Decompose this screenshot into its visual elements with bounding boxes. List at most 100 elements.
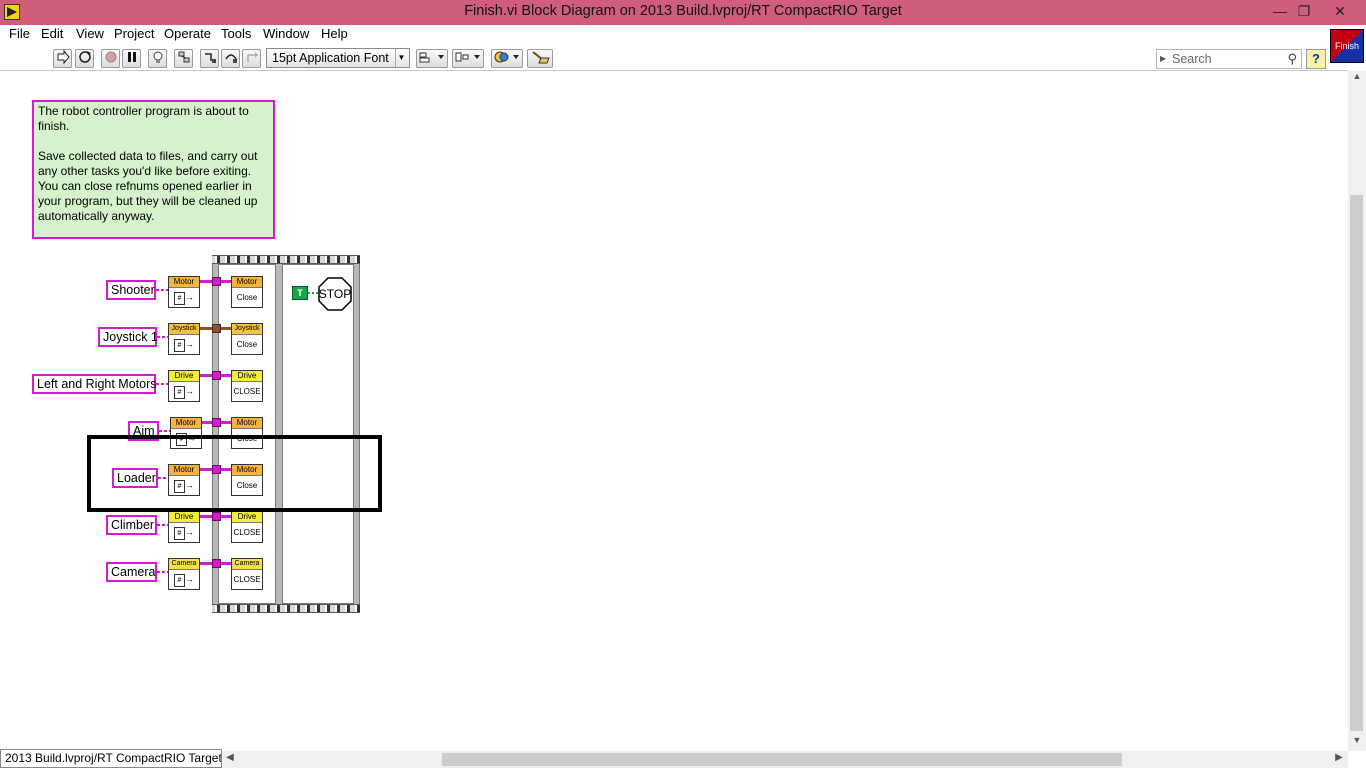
refnum-doc-icon: # → bbox=[169, 288, 199, 307]
retain-wire-values-button[interactable] bbox=[174, 49, 193, 68]
window-title: Finish.vi Block Diagram on 2013 Build.lv… bbox=[464, 3, 902, 19]
step-out-button[interactable] bbox=[242, 49, 261, 68]
vertical-scroll-thumb[interactable] bbox=[1350, 195, 1363, 731]
stop-label: STOP bbox=[319, 287, 351, 301]
horizontal-scrollbar[interactable]: ◀ ▶ bbox=[222, 751, 1348, 768]
camera-refnum-node[interactable]: Camera # → bbox=[168, 558, 200, 590]
menu-help[interactable]: Help bbox=[321, 25, 348, 45]
close-label: CLOSE bbox=[233, 387, 261, 396]
comment-free-label[interactable]: The robot controller program is about to… bbox=[32, 100, 275, 239]
stop-function[interactable]: STOP bbox=[318, 277, 352, 311]
menu-project[interactable]: Project bbox=[114, 25, 154, 45]
sequence-tunnel bbox=[212, 418, 221, 427]
node-type-label: Drive bbox=[169, 512, 199, 523]
sequence-top-border bbox=[212, 255, 360, 264]
context-help-button[interactable]: ? bbox=[1306, 49, 1326, 69]
drive-close-node[interactable]: Drive CLOSE bbox=[231, 370, 263, 402]
node-type-label: Joystick bbox=[232, 324, 262, 335]
camera-close-node[interactable]: Camera CLOSE bbox=[231, 558, 263, 590]
node-type-label: Camera bbox=[169, 559, 199, 570]
retain-wire-values-icon bbox=[178, 51, 189, 63]
chevron-down-icon: ▼ bbox=[395, 49, 407, 67]
menu-file[interactable]: File bbox=[9, 25, 30, 45]
sequence-bottom-border bbox=[212, 604, 360, 613]
menu-bar: File Edit View Project Operate Tools Win… bbox=[0, 25, 1366, 45]
left-and-right-motors-control[interactable]: Left and Right Motors bbox=[32, 374, 157, 394]
toolbar: 15pt Application Font ▼ ▶ ⚲ ? bbox=[0, 45, 1330, 71]
true-constant[interactable]: T bbox=[292, 286, 308, 300]
search-input[interactable] bbox=[1170, 51, 1280, 67]
step-into-button[interactable] bbox=[200, 49, 219, 68]
step-into-icon bbox=[204, 53, 216, 63]
scroll-left-arrow-icon[interactable]: ◀ bbox=[223, 752, 237, 766]
sequence-tunnel bbox=[212, 324, 221, 333]
climber-control[interactable]: Climber bbox=[106, 515, 157, 535]
wire bbox=[156, 383, 168, 385]
highlight-execution-button[interactable] bbox=[148, 49, 167, 68]
climber-close-node[interactable]: Drive CLOSE bbox=[231, 511, 263, 543]
run-button[interactable] bbox=[53, 49, 72, 68]
vi-icon[interactable]: Finish bbox=[1330, 29, 1364, 63]
node-type-label: Drive bbox=[169, 371, 199, 382]
node-type-label: Joystick bbox=[169, 324, 199, 335]
align-objects-icon bbox=[419, 52, 444, 63]
scroll-right-arrow-icon[interactable]: ▶ bbox=[1332, 752, 1346, 766]
align-objects-button[interactable] bbox=[416, 49, 448, 68]
restore-button[interactable]: ❐ bbox=[1286, 0, 1322, 25]
run-continuously-icon bbox=[78, 51, 91, 63]
scroll-down-arrow-icon[interactable]: ▼ bbox=[1348, 735, 1366, 751]
pause-button[interactable] bbox=[122, 49, 141, 68]
shooter-control[interactable]: Shooter bbox=[106, 280, 156, 300]
clean-up-diagram-button[interactable] bbox=[527, 49, 553, 68]
joystick-1-control[interactable]: Joystick 1 bbox=[98, 327, 158, 347]
pause-icon bbox=[127, 52, 136, 62]
clean-up-broom-icon bbox=[532, 51, 550, 64]
node-type-label: Motor bbox=[232, 418, 262, 429]
scroll-up-arrow-icon[interactable]: ▲ bbox=[1348, 71, 1366, 87]
joystick-close-node[interactable]: Joystick Close bbox=[231, 323, 263, 355]
node-type-label: Motor bbox=[169, 277, 199, 288]
close-button[interactable]: ✕ bbox=[1322, 0, 1358, 25]
distribute-objects-button[interactable] bbox=[452, 49, 484, 68]
distribute-objects-icon bbox=[455, 52, 480, 62]
sequence-tunnel bbox=[212, 371, 221, 380]
node-type-label: Motor bbox=[232, 277, 262, 288]
climber-refnum-node[interactable]: Drive # → bbox=[168, 511, 200, 543]
refnum-doc-icon: # → bbox=[169, 335, 199, 354]
run-continuously-button[interactable] bbox=[75, 49, 94, 68]
close-label: Close bbox=[236, 340, 258, 349]
menu-edit[interactable]: Edit bbox=[41, 25, 63, 45]
drive-refnum-node[interactable]: Drive # → bbox=[168, 370, 200, 402]
horizontal-scroll-thumb[interactable] bbox=[442, 753, 1122, 766]
menu-tools[interactable]: Tools bbox=[221, 25, 251, 45]
reorder-button[interactable] bbox=[491, 49, 523, 68]
vertical-scrollbar[interactable]: ▲ ▼ bbox=[1348, 71, 1366, 751]
refnum-doc-icon: # → bbox=[169, 382, 199, 401]
abort-button[interactable] bbox=[101, 49, 120, 68]
wire bbox=[159, 430, 170, 432]
close-label: CLOSE bbox=[233, 528, 261, 537]
node-type-label: Drive bbox=[232, 512, 262, 523]
menu-view[interactable]: View bbox=[76, 25, 104, 45]
menu-window[interactable]: Window bbox=[263, 25, 309, 45]
sequence-tunnel bbox=[212, 277, 221, 286]
search-expand-icon[interactable]: ▶ bbox=[1160, 54, 1166, 63]
step-over-button[interactable] bbox=[221, 49, 240, 68]
search-box[interactable]: ▶ ⚲ bbox=[1156, 49, 1302, 69]
sequence-frame-2[interactable] bbox=[282, 264, 354, 604]
shooter-close-node[interactable]: Motor Close bbox=[231, 276, 263, 308]
camera-control[interactable]: Camera bbox=[106, 562, 157, 582]
shooter-refnum-node[interactable]: Motor # → bbox=[168, 276, 200, 308]
menu-operate[interactable]: Operate bbox=[164, 25, 211, 45]
step-over-icon bbox=[224, 54, 237, 63]
lightbulb-icon bbox=[153, 51, 162, 63]
joystick-refnum-node[interactable]: Joystick # → bbox=[168, 323, 200, 355]
stop-sign-icon: STOP bbox=[318, 277, 352, 311]
title-bar: Finish.vi Block Diagram on 2013 Build.lv… bbox=[0, 0, 1366, 25]
sequence-tunnel bbox=[212, 559, 221, 568]
wire bbox=[157, 571, 168, 573]
node-type-label: Camera bbox=[232, 559, 262, 570]
refnum-doc-icon: # → bbox=[169, 570, 199, 589]
font-select[interactable]: 15pt Application Font ▼ bbox=[266, 48, 410, 68]
search-icon[interactable]: ⚲ bbox=[1287, 51, 1297, 67]
